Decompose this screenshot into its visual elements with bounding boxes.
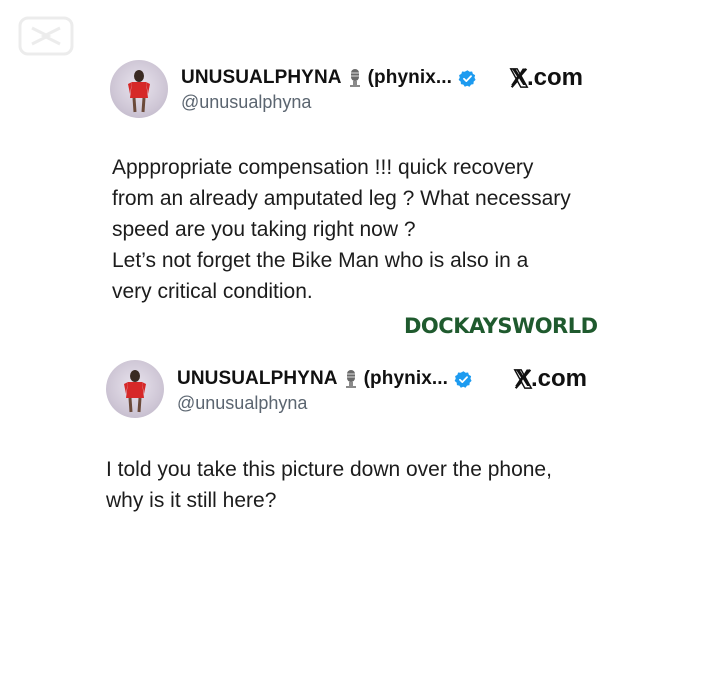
avatar-photo [128,70,150,113]
verified-badge-icon [458,69,476,87]
x-com-text: X.com [515,365,588,392]
tweet-line: very critical condition. [112,280,313,303]
name-suffix: (phynix... [367,67,453,88]
display-name[interactable]: UNUSUALPHYNA [177,368,338,390]
microphone-icon [345,370,356,388]
watermark-text: DOCKAYSWORLD [404,314,598,338]
avatar[interactable] [110,60,168,118]
microphone-icon [349,69,360,87]
tweet-line: from an already amputated leg ? What nec… [112,187,571,210]
avatar[interactable] [106,360,164,418]
tweet-body: I told you take this picture down over t… [106,454,552,516]
verified-badge-icon [454,370,472,388]
name-suffix: (phynix... [363,368,449,389]
capcut-logo-icon [18,16,74,56]
display-name-row[interactable]: UNUSUALPHYNA (phynix... [181,67,477,89]
tweet-line: why is it still here? [106,489,277,512]
handle[interactable]: @unusualphyna [177,393,307,414]
tweet-line: speed are you taking right now ? [112,218,416,241]
handle[interactable]: @unusualphyna [181,92,311,113]
tweet-line: Apppropriate compensation !!! quick reco… [112,156,534,179]
tweet-body: Apppropriate compensation !!! quick reco… [112,152,571,307]
avatar-photo [124,370,146,413]
x-com-link[interactable]: X.com [512,365,587,393]
x-com-link[interactable]: X.com [508,64,583,92]
tweet-line: Let’s not forget the Bike Man who is als… [112,249,529,272]
display-name[interactable]: UNUSUALPHYNA [181,67,342,89]
display-name-row[interactable]: UNUSUALPHYNA (phynix... [177,368,473,390]
x-com-text: X.com [511,64,584,91]
tweet-line: I told you take this picture down over t… [106,458,552,481]
